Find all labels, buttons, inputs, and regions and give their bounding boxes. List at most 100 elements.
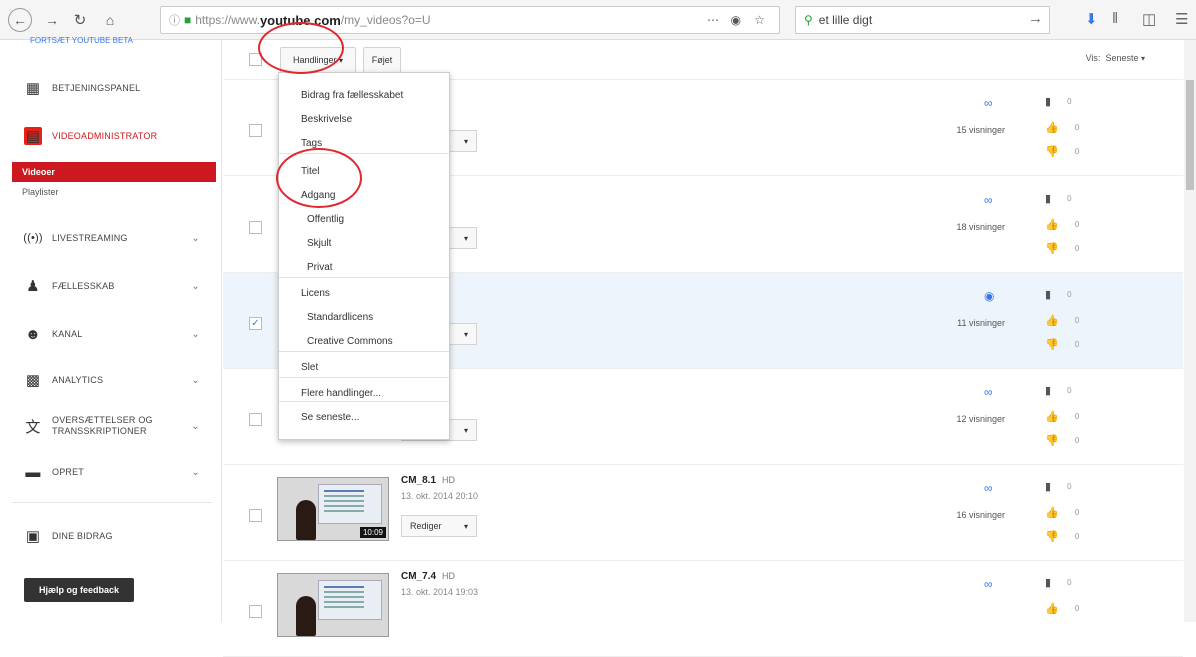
url-bar[interactable]: ⓘ ■ https://www. youtube.com/my_videos?o=… <box>160 6 780 34</box>
thumbs-up-icon: 👍 <box>1045 121 1059 134</box>
menu-item-community-contributions[interactable]: Bidrag fra fællesskabet <box>279 83 449 107</box>
view-value: Seneste <box>1105 53 1139 63</box>
row-checkbox[interactable] <box>249 509 262 522</box>
annotation-circle-actions <box>258 22 344 74</box>
sidebar-divider <box>12 502 212 503</box>
info-icon[interactable]: ⓘ <box>169 12 180 28</box>
url-path: /my_videos?o=U <box>340 13 431 27</box>
table-row[interactable]: 10:09 CM_8.1 HD 13. okt. 2014 20:10 Rediger ▾… <box>223 465 1183 561</box>
row-checkbox[interactable]: ✓ <box>249 317 262 330</box>
download-icon[interactable]: ⬇ <box>1085 10 1098 28</box>
comment-icon: ▮ <box>1045 576 1052 589</box>
channel-icon: ☻ <box>25 325 41 343</box>
menu-item-more-actions[interactable]: Flere handlinger... <box>279 381 449 405</box>
dashboard-icon: ▦ <box>25 80 41 97</box>
sidebar-item-label: DINE BIDRAG <box>52 531 113 541</box>
row-checkbox[interactable] <box>249 124 262 137</box>
hd-badge: HD <box>442 571 456 581</box>
comment-icon: ▮ <box>1045 192 1052 205</box>
menu-icon[interactable]: ☰ <box>1175 10 1188 28</box>
forward-icon[interactable]: → <box>42 8 62 32</box>
likes-metric: 👍 0 <box>1045 217 1079 231</box>
library-icon[interactable]: ‖ <box>1112 10 1118 27</box>
video-thumbnail[interactable]: 10:09 <box>277 477 389 541</box>
comment-icon: ▮ <box>1045 480 1052 493</box>
video-title[interactable]: CM_8.1 HD <box>401 475 455 486</box>
sidebar-item-label: LIVESTREAMING <box>52 233 128 243</box>
pocket-icon[interactable]: ◉ <box>731 13 741 27</box>
menu-item-creative-commons[interactable]: Creative Commons <box>279 329 449 353</box>
likes-metric: 👍 0 <box>1045 601 1079 615</box>
sidebar-item-dashboard[interactable]: ▦ BETJENINGSPANEL <box>0 68 222 108</box>
menu-item-delete[interactable]: Slet <box>279 355 449 379</box>
scrollbar[interactable] <box>1184 40 1196 622</box>
sidebar-subitem-videos[interactable]: Videoer <box>12 162 216 182</box>
link-icon: ∞ <box>984 193 993 207</box>
menu-item-description[interactable]: Beskrivelse <box>279 107 449 131</box>
menu-item-unlisted[interactable]: Skjult <box>279 231 449 255</box>
sidebar-item-label: FÆLLESSKAB <box>52 281 115 291</box>
like-count: 0 <box>1074 411 1080 421</box>
comments-metric: ▮ 0 <box>1045 94 1072 108</box>
table-row[interactable]: CM_7.4 HD 13. okt. 2014 19:03 ∞ ▮ 0 👍 0 <box>223 561 1183 657</box>
comment-count: 0 <box>1067 193 1072 203</box>
dislikes-metric: 👎 0 <box>1045 529 1079 543</box>
search-field[interactable]: ⚲ et lille digt <box>795 6 1050 34</box>
edit-button[interactable]: Rediger ▾ <box>401 515 477 537</box>
chevron-down-icon: ⌄ <box>191 420 200 432</box>
link-icon: ∞ <box>984 96 993 110</box>
back-icon[interactable]: ← <box>8 8 32 32</box>
sidebar-item-translations[interactable]: 文 OVERSÆTTELSER OG TRANSSKRIPTIONER ⌄ <box>0 406 222 446</box>
sidebar-icon[interactable]: ◫ <box>1142 10 1156 28</box>
caret-down-icon: ▾ <box>1140 54 1145 63</box>
row-checkbox[interactable] <box>249 605 262 618</box>
dislikes-metric: 👎 0 <box>1045 433 1079 447</box>
sidebar-item-contributions[interactable]: ▣ DINE BIDRAG <box>0 516 222 556</box>
thumbs-up-icon: 👍 <box>1045 602 1059 615</box>
sidebar-item-community[interactable]: ♟ FÆLLESSKAB ⌄ <box>0 266 222 306</box>
sidebar-top-partial[interactable]: FORTSÆT YOUTUBE BETA <box>30 36 133 45</box>
chevron-down-icon: ⌄ <box>191 232 200 244</box>
help-feedback-button[interactable]: Hjælp og feedback <box>24 578 134 602</box>
thumbnail-person <box>296 500 316 540</box>
sidebar-item-livestreaming[interactable]: ((•)) LIVESTREAMING ⌄ <box>0 218 222 258</box>
menu-item-see-latest[interactable]: Se seneste... <box>279 405 449 429</box>
video-date: 13. okt. 2014 20:10 <box>401 491 479 501</box>
row-checkbox[interactable] <box>249 221 262 234</box>
video-thumbnail[interactable] <box>277 573 389 637</box>
edit-label: Rediger <box>410 521 442 531</box>
caret-down-icon: ▾ <box>463 233 468 243</box>
sidebar-item-label: VIDEOADMINISTRATOR <box>52 131 158 141</box>
video-duration: 10:09 <box>359 527 386 538</box>
actions-dropdown: Bidrag fra fællesskabet Beskrivelse Tags Ti… <box>278 72 450 440</box>
arrow-right-icon[interactable]: → <box>1028 10 1043 27</box>
video-title[interactable]: CM_7.4 HD <box>401 571 455 582</box>
sidebar-item-video-manager[interactable]: ▤ VIDEOADMINISTRATOR <box>0 116 222 156</box>
menu-item-public[interactable]: Offentlig <box>279 207 449 231</box>
scrollbar-thumb[interactable] <box>1186 80 1194 190</box>
sidebar-item-analytics[interactable]: ▩ ANALYTICS ⌄ <box>0 360 222 400</box>
menu-item-standard-license[interactable]: Standardlicens <box>279 305 449 329</box>
home-icon[interactable]: ⌂ <box>100 8 120 32</box>
thumbs-down-icon: 👎 <box>1045 530 1059 543</box>
star-icon[interactable]: ☆ <box>754 13 765 27</box>
community-icon: ♟ <box>26 278 40 295</box>
reload-icon[interactable]: ↻ <box>70 8 90 32</box>
caret-down-icon: ▾ <box>463 521 468 531</box>
row-checkbox[interactable] <box>249 413 262 426</box>
sidebar-item-create[interactable]: ▬ OPRET ⌄ <box>0 452 222 492</box>
menu-item-private[interactable]: Privat <box>279 255 449 279</box>
more-icon[interactable]: ⋯ <box>707 13 719 27</box>
search-value: et lille digt <box>818 13 873 27</box>
thumbs-down-icon: 👎 <box>1045 338 1059 351</box>
add-to-button[interactable]: Føjet <box>363 47 401 73</box>
chevron-down-icon: ⌄ <box>191 466 200 478</box>
sidebar-item-channel[interactable]: ☻ KANAL ⌄ <box>0 314 222 354</box>
menu-item-license[interactable]: Licens <box>279 281 449 305</box>
dislike-count: 0 <box>1074 146 1080 156</box>
comment-icon: ▮ <box>1045 384 1052 397</box>
dislike-count: 0 <box>1074 435 1080 445</box>
view-select[interactable]: Vis: Seneste ▾ <box>1086 53 1145 63</box>
sidebar-subitem-playlists[interactable]: Playlister <box>12 182 216 202</box>
chevron-down-icon: ⌄ <box>191 280 200 292</box>
